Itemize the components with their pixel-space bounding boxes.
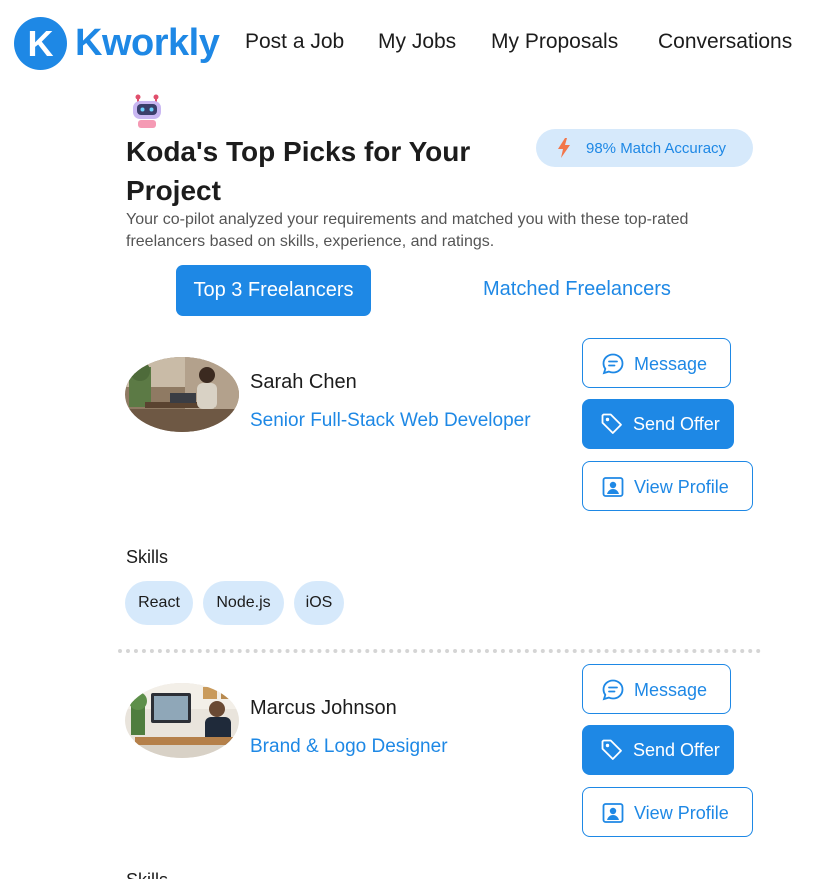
freelancer-name[interactable]: Sarah Chen — [250, 371, 357, 394]
message-button-label: Message — [634, 680, 708, 700]
send-offer-button-label: Send Offer — [633, 740, 720, 760]
nav-conversations[interactable]: Conversations — [658, 30, 792, 54]
chat-bubble-icon — [601, 352, 625, 376]
freelancer-role: Brand & Logo Designer — [250, 736, 448, 757]
view-profile-button[interactable]: View Profile — [582, 461, 753, 511]
message-button[interactable]: Message — [582, 664, 731, 714]
tab-matched-freelancers[interactable]: Matched Freelancers — [483, 278, 671, 301]
skills-heading: Skills — [126, 547, 169, 567]
profile-card-icon — [601, 801, 625, 825]
view-profile-button-label: View Profile — [634, 803, 729, 823]
freelancer-name[interactable]: Marcus Johnson — [250, 697, 397, 720]
logo-mark-icon: K — [14, 17, 67, 70]
page-subtitle: Your co-pilot analyzed your requirements… — [126, 211, 689, 250]
profile-card-icon — [601, 475, 625, 499]
tag-icon — [600, 738, 624, 762]
message-button[interactable]: Message — [582, 338, 731, 388]
robot-icon — [129, 93, 165, 129]
lightning-icon — [557, 138, 571, 158]
match-accuracy-label: 98% Match Accuracy — [586, 140, 727, 157]
send-offer-button[interactable]: Send Offer — [582, 399, 734, 449]
skill-chip: iOS — [294, 581, 344, 625]
skill-chip: Node.js — [203, 581, 284, 625]
chat-bubble-icon — [601, 678, 625, 702]
send-offer-button[interactable]: Send Offer — [582, 725, 734, 775]
nav-post-a-job[interactable]: Post a Job — [245, 30, 344, 54]
brand-logo[interactable]: K Kworkly — [14, 17, 220, 70]
card-divider — [118, 649, 761, 653]
nav-my-proposals[interactable]: My Proposals — [491, 30, 618, 54]
tab-top-3-freelancers[interactable]: Top 3 Freelancers — [176, 265, 371, 316]
brand-name: Kworkly — [75, 22, 220, 64]
page-title: Koda's Top Picks for Your Project — [126, 136, 471, 206]
send-offer-button-label: Send Offer — [633, 414, 720, 434]
tag-icon — [600, 412, 624, 436]
skill-chip: React — [125, 581, 193, 625]
top-nav: K Kworkly Post a Job My Jobs My Proposal… — [0, 0, 823, 86]
avatar[interactable] — [125, 357, 239, 432]
view-profile-button[interactable]: View Profile — [582, 787, 753, 837]
match-accuracy-badge: 98% Match Accuracy — [536, 129, 753, 167]
message-button-label: Message — [634, 354, 708, 374]
freelancer-role: Senior Full-Stack Web Developer — [250, 410, 531, 431]
nav-my-jobs[interactable]: My Jobs — [378, 30, 456, 54]
skills-heading: Skills — [126, 870, 168, 879]
view-profile-button-label: View Profile — [634, 477, 729, 497]
avatar[interactable] — [125, 683, 239, 758]
